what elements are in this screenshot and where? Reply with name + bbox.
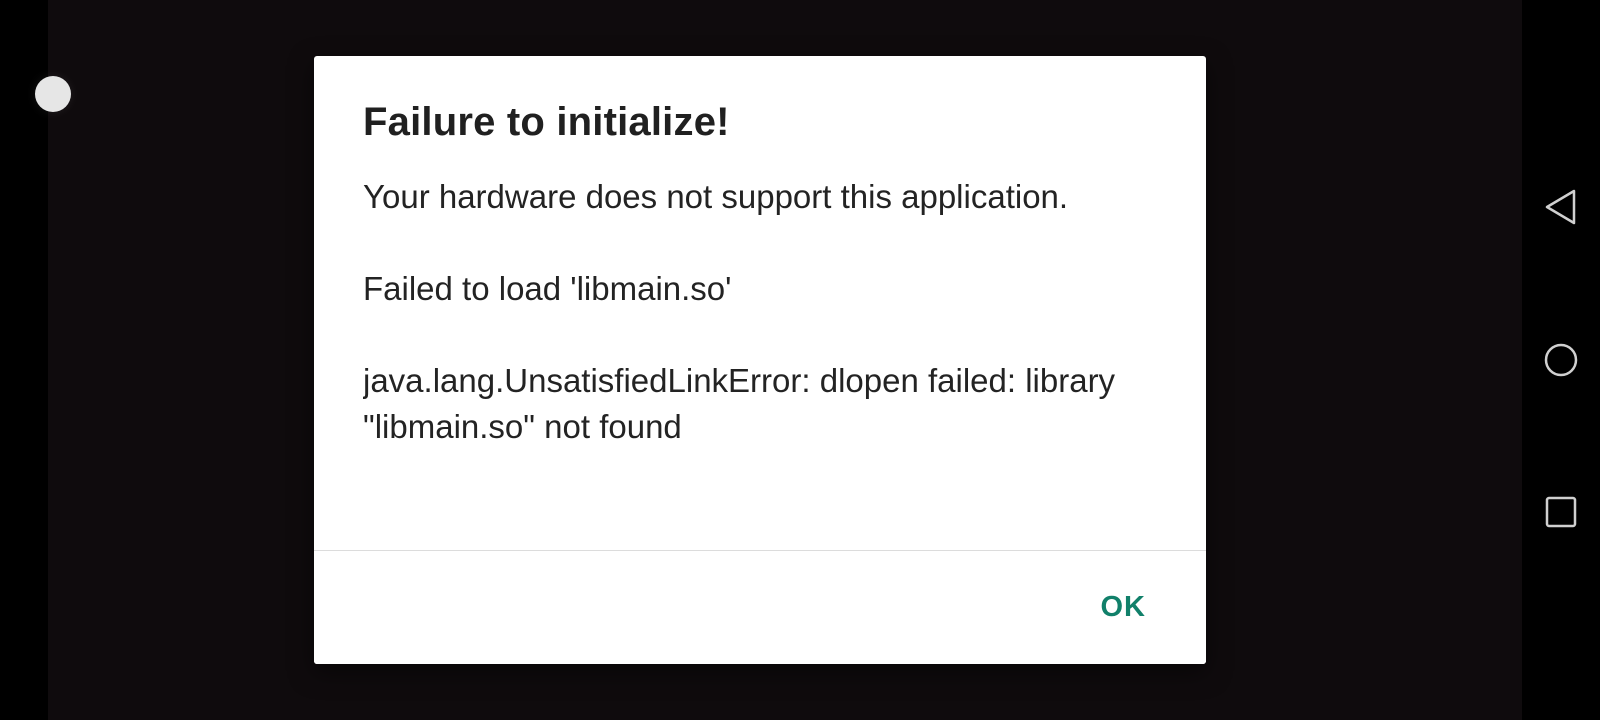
error-dialog: Failure to initialize! Your hardware doe… [314,56,1206,664]
nav-back-button[interactable] [1522,177,1600,237]
message-link-error: java.lang.UnsatisfiedLinkError: dlopen f… [363,362,1116,445]
navigation-bar [1522,0,1600,720]
ok-button[interactable]: OK [1091,585,1157,630]
floating-dot-icon[interactable] [35,76,71,112]
device-screen: Failure to initialize! Your hardware doe… [0,0,1600,720]
dialog-title: Failure to initialize! [363,100,730,144]
nav-home-button[interactable] [1522,330,1600,390]
nav-recent-button[interactable] [1522,482,1600,542]
recent-square-icon [1545,496,1577,528]
home-circle-icon [1544,343,1578,377]
message-load-failure: Failed to load 'libmain.so' [363,270,732,307]
dialog-button-bar: OK [314,551,1206,664]
dialog-message: Your hardware does not support this appl… [363,174,1163,604]
back-triangle-icon [1545,189,1576,225]
message-hardware: Your hardware does not support this appl… [363,178,1069,215]
